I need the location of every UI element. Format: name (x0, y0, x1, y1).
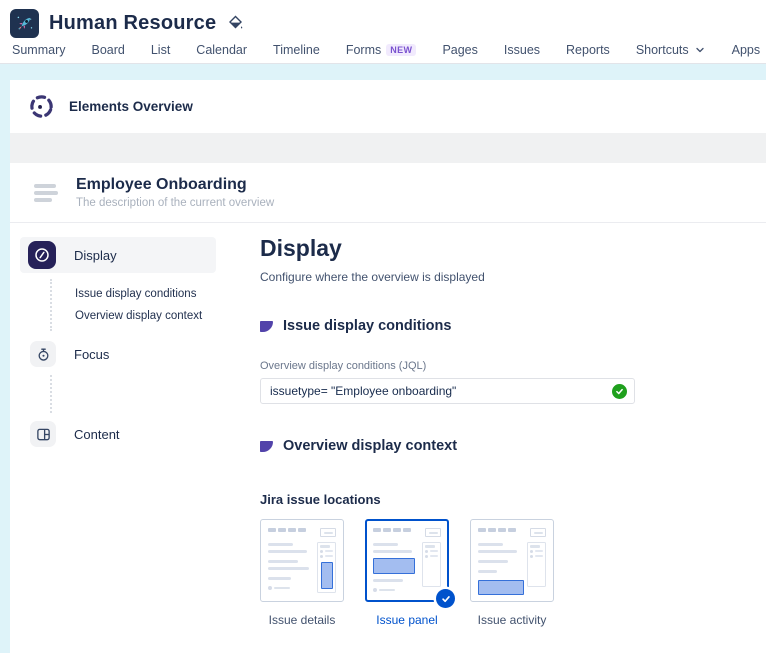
location-card-issue-activity[interactable] (470, 519, 554, 602)
tab-list[interactable]: List (151, 43, 170, 64)
sidebar-item-content[interactable]: Content (20, 417, 216, 451)
project-title: Human Resource (49, 12, 216, 35)
location-card-issue-panel[interactable] (365, 519, 449, 602)
sidebar-item-label: Focus (74, 347, 109, 362)
sidebar-subitem-overview-display-context[interactable]: Overview display context (52, 305, 248, 327)
sidebar-subitem-issue-display-conditions[interactable]: Issue display conditions (52, 283, 248, 305)
display-settings-main: Display Configure where the overview is … (248, 223, 766, 653)
tab-timeline[interactable]: Timeline (273, 43, 320, 64)
tab-forms[interactable]: Forms NEW (346, 43, 417, 64)
section-bullet-icon (260, 321, 273, 332)
tab-calendar[interactable]: Calendar (196, 43, 247, 64)
tab-board[interactable]: Board (91, 43, 124, 64)
display-icon (28, 241, 56, 269)
issue-panel-wireframe (373, 528, 441, 593)
highlight-panel-area (373, 558, 415, 574)
new-badge: NEW (386, 44, 416, 56)
location-label: Issue activity (478, 613, 547, 627)
selected-check-icon (436, 589, 455, 608)
sidebar-connector (50, 375, 248, 413)
location-card-issue-details[interactable] (260, 519, 344, 602)
focus-icon (30, 341, 56, 367)
overview-title: Employee Onboarding (76, 176, 274, 194)
section-issue-display-conditions: Issue display conditions (260, 318, 742, 334)
highlight-details-panel (321, 562, 333, 589)
sidebar-item-label: Display (74, 248, 117, 263)
separator-band (10, 133, 766, 163)
location-label: Issue panel (376, 613, 437, 627)
display-sub-items: Issue display conditions Overview displa… (50, 279, 248, 331)
sidebar-item-label: Content (74, 427, 120, 442)
project-avatar rocket-icon (10, 9, 39, 38)
page-subtitle: Configure where the overview is displaye… (260, 270, 742, 284)
settings-sidebar: Display Issue display conditions Overvie… (10, 223, 248, 653)
issue-activity-wireframe (478, 528, 546, 593)
tab-reports[interactable]: Reports (566, 43, 610, 64)
location-label: Issue details (269, 613, 336, 627)
tab-summary[interactable]: Summary (12, 43, 65, 64)
tab-apps[interactable]: Apps (732, 43, 766, 64)
content-layout-icon (30, 421, 56, 447)
section-bullet-icon (260, 441, 273, 452)
paint-bucket-icon[interactable] (228, 15, 244, 31)
page-title: Display (260, 235, 742, 262)
highlight-activity-area (478, 580, 524, 595)
jira-issue-locations-label: Jira issue locations (260, 492, 742, 507)
drag-handle-icon[interactable] (34, 184, 58, 202)
tab-pages[interactable]: Pages (442, 43, 477, 64)
section-overview-display-context: Overview display context (260, 438, 742, 454)
issue-details-wireframe (268, 528, 336, 593)
dashed-circle-target-icon (28, 93, 55, 120)
tab-issues[interactable]: Issues (504, 43, 540, 64)
tab-shortcuts[interactable]: Shortcuts (636, 43, 706, 64)
project-nav: Summary Board List Calendar Timeline For… (10, 38, 766, 64)
sidebar-item-display[interactable]: Display (20, 237, 216, 273)
location-cards: Issue details (260, 519, 742, 627)
jql-input[interactable] (260, 378, 635, 404)
project-header: Human Resource Summary Board List Calend… (0, 0, 766, 64)
jql-field-label: Overview display conditions (JQL) (260, 360, 742, 372)
valid-check-icon (612, 384, 627, 399)
sidebar-item-focus[interactable]: Focus (20, 337, 216, 371)
settings-panel: Employee Onboarding The description of t… (10, 163, 766, 653)
overview-subtitle: The description of the current overview (76, 197, 274, 209)
page-root: Human Resource Summary Board List Calend… (0, 0, 766, 653)
chevron-down-icon (694, 44, 706, 56)
overview-header: Employee Onboarding The description of t… (10, 163, 766, 223)
app-bar-title: Elements Overview (69, 99, 193, 114)
page-gap (0, 64, 766, 80)
elements-overview-bar: Elements Overview (10, 80, 766, 133)
